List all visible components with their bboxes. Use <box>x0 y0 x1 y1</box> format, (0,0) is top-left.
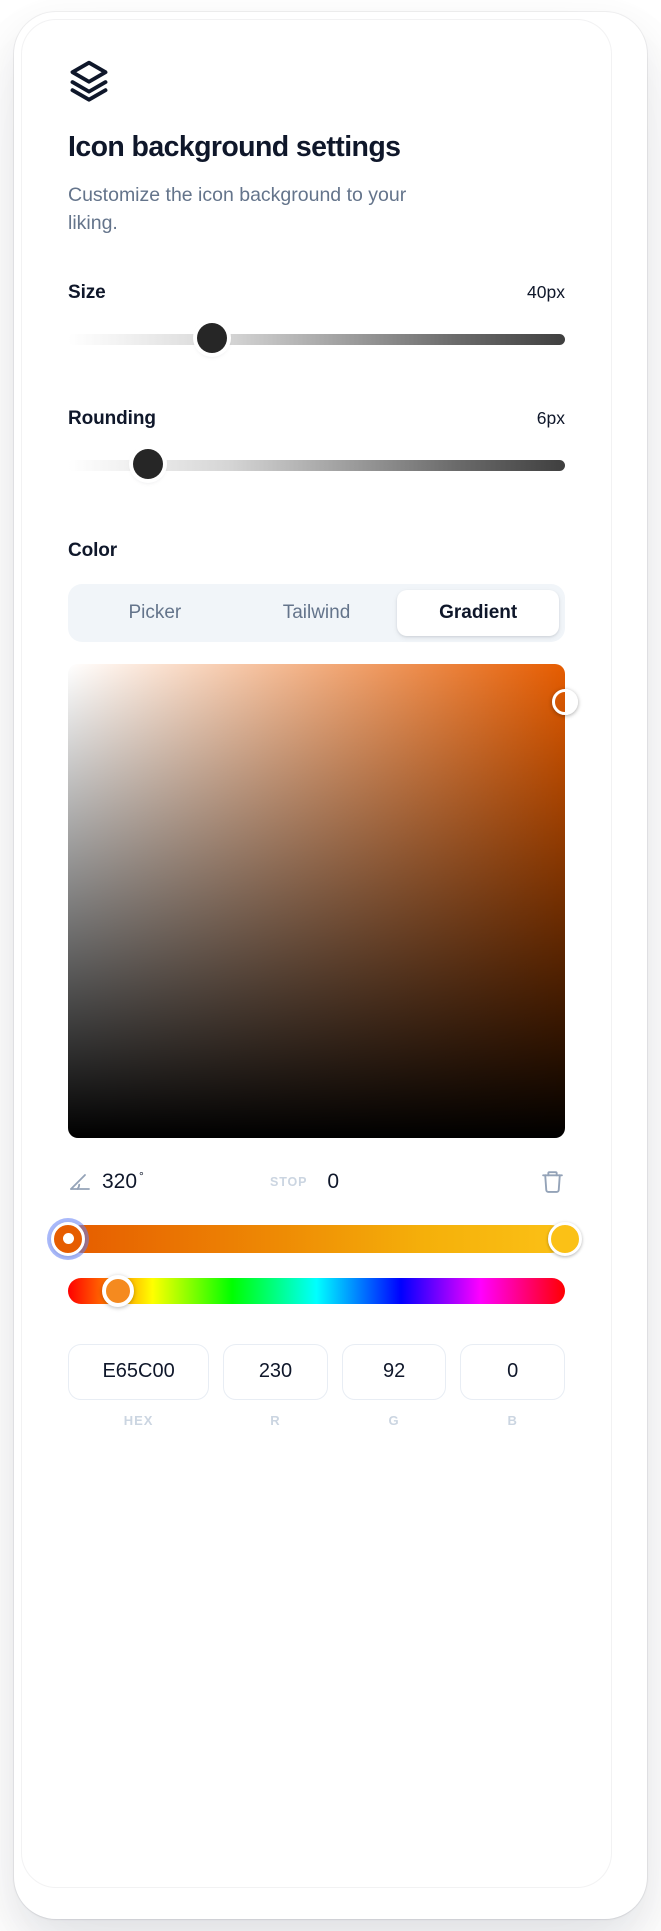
tab-gradient[interactable]: Gradient <box>397 589 560 636</box>
hue-slider[interactable] <box>68 1274 565 1308</box>
green-caption: G <box>388 1412 400 1428</box>
rounding-value: 6px <box>536 407 565 428</box>
blue-input[interactable] <box>460 1343 565 1400</box>
hex-caption: HEX <box>123 1412 154 1428</box>
color-section: Color Picker Tailwind Gradient 320 ° STO… <box>51 539 582 1428</box>
size-label: Size <box>68 281 106 303</box>
blue-caption: B <box>507 1412 518 1428</box>
gradient-meta-row: 320 ° STOP 0 <box>68 1164 565 1200</box>
size-setting-group: Size 40px <box>68 282 565 353</box>
green-field-group: G <box>341 1343 447 1428</box>
tab-picker[interactable]: Picker <box>74 590 236 636</box>
red-caption: R <box>270 1412 281 1428</box>
green-input[interactable] <box>341 1343 447 1400</box>
tab-tailwind[interactable]: Tailwind <box>236 590 398 636</box>
gradient-stops-track[interactable] <box>68 1224 565 1253</box>
hex-input[interactable] <box>68 1343 210 1400</box>
gradient-angle-control[interactable]: 320 ° <box>68 1169 248 1194</box>
page-subtitle: Customize the icon background to your li… <box>68 184 407 235</box>
size-slider-track[interactable] <box>68 333 565 345</box>
rounding-setting-group: Rounding 6px <box>68 408 565 479</box>
settings-panel-card: Icon background settings Customize the i… <box>22 20 611 1887</box>
gradient-stop-handle-end[interactable] <box>548 1221 582 1256</box>
page-title: Icon background settings <box>68 131 401 163</box>
color-label: Color <box>68 539 118 561</box>
size-value: 40px <box>527 281 565 302</box>
layers-icon <box>67 59 111 103</box>
size-slider-thumb[interactable] <box>197 322 228 353</box>
size-slider[interactable] <box>68 322 565 353</box>
rounding-slider[interactable] <box>68 448 565 479</box>
hex-field-group: HEX <box>68 1343 210 1428</box>
gradient-angle-value: 320 ° <box>102 1169 144 1194</box>
red-input[interactable] <box>223 1343 328 1400</box>
degree-symbol: ° <box>139 1169 144 1184</box>
gradient-stop-handle-start[interactable] <box>51 1221 85 1256</box>
hue-slider-track[interactable] <box>68 1277 565 1304</box>
delete-stop-button[interactable] <box>531 1169 565 1194</box>
color-value-fields: HEX R G B <box>68 1343 565 1428</box>
stop-value[interactable]: 0 <box>327 1170 339 1194</box>
red-field-group: R <box>223 1343 328 1428</box>
app-root: Icon background settings Customize the i… <box>0 0 661 1931</box>
rounding-header: Rounding 6px <box>68 408 565 430</box>
gradient-stop-control: STOP 0 <box>248 1170 531 1194</box>
angle-icon <box>68 1170 92 1194</box>
panel-content: Icon background settings Customize the i… <box>22 20 611 1887</box>
gradient-stops-slider[interactable] <box>51 1221 582 1256</box>
hue-slider-handle[interactable] <box>101 1274 134 1307</box>
saturation-value-handle[interactable] <box>552 688 578 715</box>
saturation-value-box[interactable] <box>68 663 578 1138</box>
stop-label: STOP <box>270 1174 308 1189</box>
angle-number: 320 <box>102 1170 138 1194</box>
stop-handle-dot <box>62 1233 74 1245</box>
rounding-slider-thumb[interactable] <box>132 448 163 479</box>
trash-icon[interactable] <box>540 1169 565 1194</box>
color-mode-tabs: Picker Tailwind Gradient <box>68 583 565 642</box>
blue-field-group: B <box>460 1343 565 1428</box>
rounding-label: Rounding <box>68 407 156 429</box>
size-header: Size 40px <box>68 282 565 304</box>
